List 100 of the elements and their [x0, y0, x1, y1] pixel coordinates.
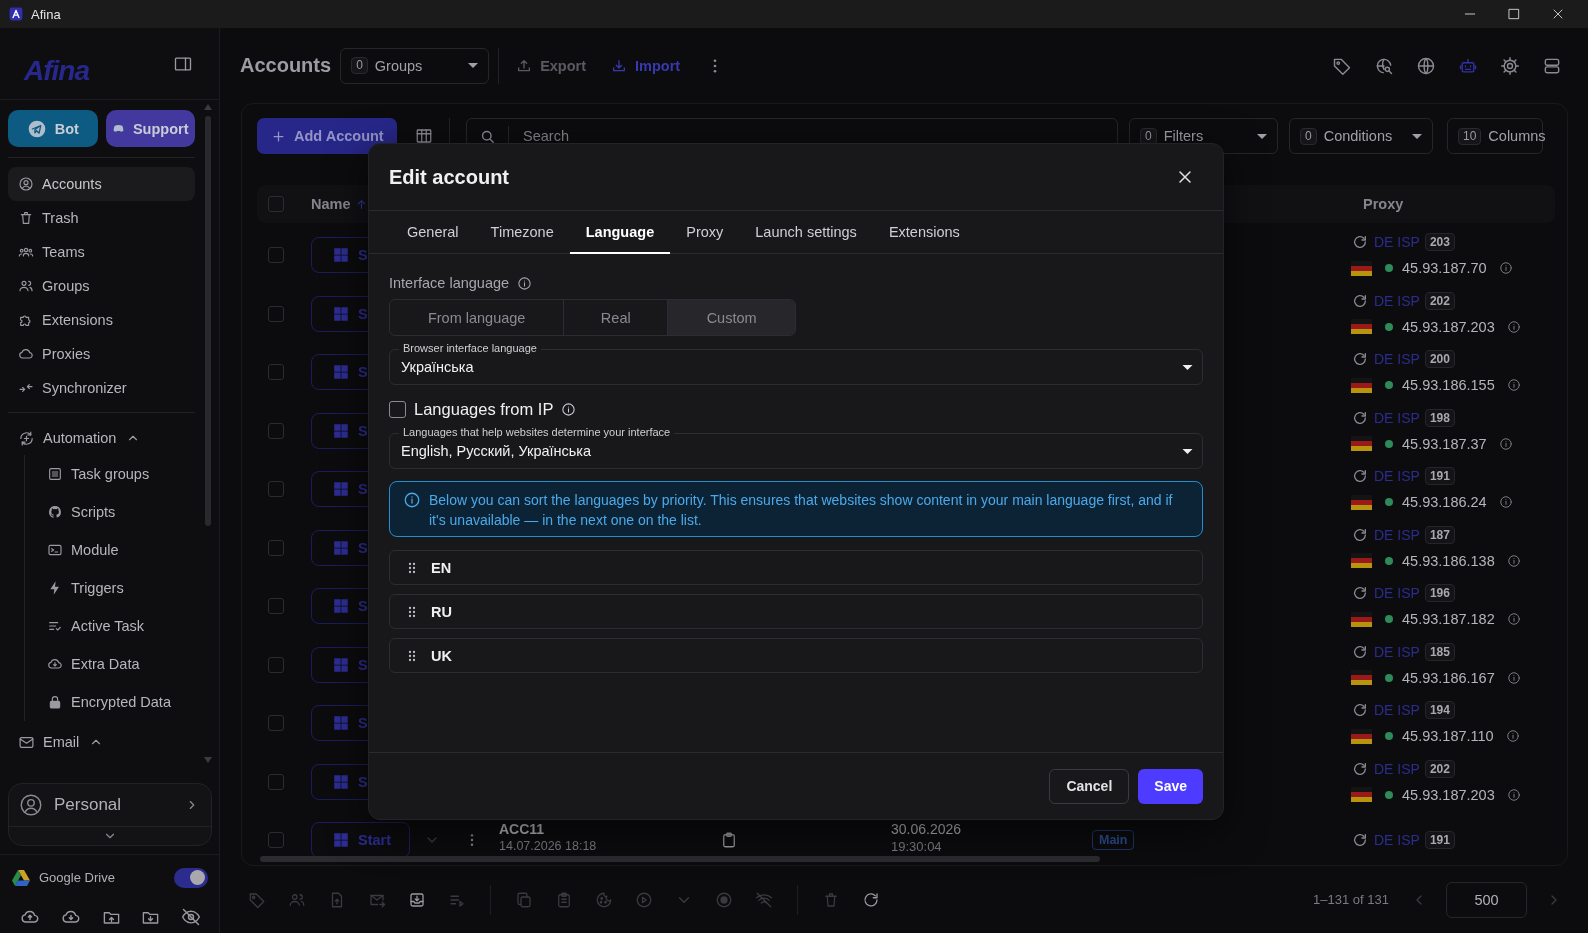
list-icon — [47, 466, 63, 482]
segment-option[interactable]: Custom — [668, 300, 795, 335]
nav-item[interactable]: Accounts — [8, 167, 195, 201]
nav-item[interactable]: Groups — [8, 269, 195, 303]
row-checkbox[interactable] — [268, 715, 284, 732]
nav-item[interactable]: Encrypted Data — [9, 683, 195, 721]
refresh-icon[interactable] — [1352, 832, 1368, 849]
refresh-icon[interactable] — [1352, 526, 1368, 543]
nav-section[interactable]: Email — [8, 725, 195, 759]
column-header[interactable]: Proxy — [1363, 196, 1404, 212]
refresh-icon[interactable] — [1352, 234, 1368, 251]
proxy-number-badge: 196 — [1424, 584, 1455, 603]
support-button[interactable]: Support — [105, 110, 195, 147]
groups-select[interactable]: 0 Groups — [340, 47, 490, 84]
nav-item[interactable]: Scripts — [9, 493, 195, 531]
row-checkbox[interactable] — [268, 305, 284, 322]
caret-icon — [1257, 133, 1267, 139]
flag-icon — [1351, 728, 1372, 744]
row-checkbox[interactable] — [268, 481, 284, 498]
windows-icon — [332, 597, 350, 616]
tab[interactable]: Proxy — [670, 211, 740, 254]
refresh-icon[interactable] — [1352, 351, 1368, 368]
refresh-icon[interactable] — [1352, 643, 1368, 660]
info-icon[interactable] — [1498, 436, 1513, 451]
refresh-icon[interactable] — [1352, 468, 1368, 485]
clipboard-icon[interactable] — [555, 890, 573, 909]
nav-item[interactable]: Triggers — [9, 569, 195, 607]
row-checkbox[interactable] — [268, 598, 284, 615]
info-icon[interactable] — [1506, 787, 1521, 802]
nav-item[interactable]: Extensions — [8, 303, 195, 337]
workspace-card[interactable]: Personal — [8, 783, 212, 846]
info-icon[interactable] — [1498, 261, 1513, 276]
checkbox[interactable] — [389, 400, 406, 418]
info-icon[interactable] — [1506, 553, 1521, 568]
flag-icon — [1351, 436, 1372, 452]
row-checkbox[interactable] — [268, 832, 284, 849]
refresh-icon[interactable] — [1352, 760, 1368, 777]
column-header[interactable]: Name — [311, 196, 368, 212]
refresh-icon[interactable] — [862, 890, 880, 909]
info-icon[interactable] — [1506, 670, 1521, 685]
info-icon[interactable] — [1498, 495, 1513, 510]
clipboard-icon[interactable] — [720, 831, 738, 850]
row-checkbox[interactable] — [268, 364, 284, 381]
toggle-switch[interactable] — [174, 867, 208, 888]
info-icon[interactable] — [561, 401, 577, 417]
proxy-number-badge: 200 — [1424, 350, 1455, 369]
tray-download-icon[interactable] — [408, 890, 426, 909]
nav-item[interactable]: Teams — [8, 235, 195, 269]
info-icon[interactable] — [1506, 319, 1521, 334]
info-icon[interactable] — [1506, 378, 1521, 393]
scrollbar-thumb[interactable] — [205, 116, 211, 526]
scrollbar-thumb[interactable] — [260, 856, 1100, 862]
select-all-checkbox[interactable] — [268, 196, 284, 212]
windows-icon — [332, 246, 350, 265]
date-cell-text: 30.06.2026 — [891, 820, 963, 837]
refresh-icon[interactable] — [1352, 702, 1368, 719]
settings-icon[interactable] — [1500, 55, 1520, 76]
cancel-button[interactable]: Cancel — [1049, 768, 1130, 804]
add-account-button[interactable]: Add Account — [257, 118, 397, 154]
filter-select[interactable]: 0 Conditions — [1289, 118, 1433, 154]
nav-item[interactable]: Extra Data — [9, 645, 195, 683]
columns-button[interactable]: 10 Columns — [1447, 118, 1543, 154]
row-checkbox[interactable] — [268, 539, 284, 556]
windows-icon — [332, 421, 350, 440]
refresh-icon[interactable] — [1352, 292, 1368, 309]
upload-icon — [516, 57, 533, 74]
language-priority-item[interactable]: RU — [389, 594, 1203, 629]
table-icon[interactable] — [415, 127, 433, 145]
nav-section[interactable]: Automation — [8, 421, 195, 455]
refresh-icon[interactable] — [1352, 585, 1368, 602]
nav-item[interactable]: Active Task — [9, 607, 195, 645]
segment-option[interactable]: From language — [390, 300, 565, 335]
info-icon[interactable] — [517, 275, 533, 291]
save-button[interactable]: Save — [1138, 768, 1203, 804]
windows-icon — [332, 363, 350, 382]
tab[interactable]: Language — [569, 211, 671, 254]
row-checkbox[interactable] — [268, 247, 284, 264]
nav-item[interactable]: Proxies — [8, 337, 195, 371]
info-icon[interactable] — [1505, 729, 1520, 744]
tab[interactable]: Launch settings — [739, 211, 873, 254]
nav-item[interactable]: Synchronizer — [8, 371, 195, 405]
refresh-icon[interactable] — [1352, 409, 1368, 426]
row-checkbox[interactable] — [268, 656, 284, 673]
pagination-range: 1–131 of 131 — [1313, 892, 1389, 907]
tab[interactable]: Extensions — [872, 211, 976, 254]
row-checkbox[interactable] — [268, 422, 284, 439]
info-icon[interactable] — [1506, 612, 1521, 627]
nav-item[interactable]: Module — [9, 531, 195, 569]
page-size-field[interactable]: 500 — [1446, 881, 1527, 918]
eye-off-icon[interactable] — [181, 907, 201, 927]
language-priority-item[interactable]: EN — [389, 550, 1203, 585]
proxy-number-badge: 191 — [1424, 467, 1455, 486]
language-priority-item[interactable]: UK — [389, 638, 1203, 673]
globe-icon[interactable] — [1416, 55, 1436, 76]
nav-item[interactable]: Trash — [8, 201, 195, 235]
row-checkbox[interactable] — [268, 773, 284, 790]
tab[interactable]: Timezone — [474, 211, 570, 254]
maximize-icon[interactable] — [1506, 6, 1522, 22]
nav-item[interactable]: Task groups — [9, 455, 195, 493]
bot-button[interactable]: Bot — [8, 110, 98, 147]
